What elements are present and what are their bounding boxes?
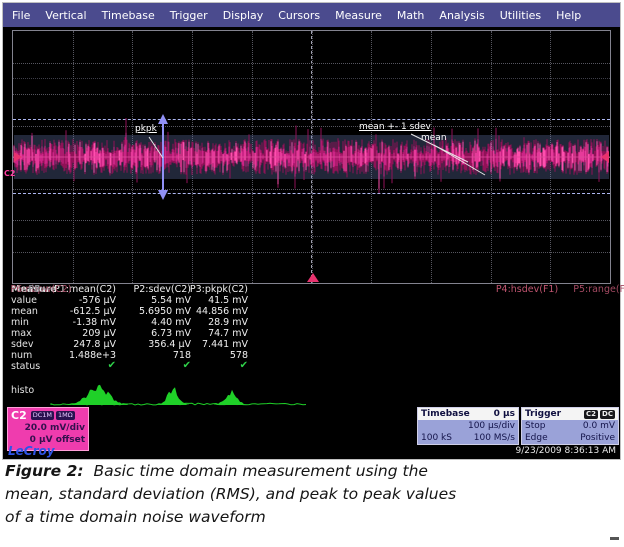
channel-zero-marker[interactable]: [14, 152, 22, 162]
trigger-title: Trigger: [525, 409, 561, 419]
histogram-icons: [43, 381, 313, 407]
measure-column-header[interactable]: P5:range(F1): [566, 284, 624, 295]
status-check-icon: ✔: [36, 360, 116, 371]
coupling-badge: DC1M: [31, 411, 54, 420]
timebase-samples: 100 kS: [421, 432, 452, 444]
trigger-coupling-badge: DC: [600, 410, 615, 419]
measure-cell: 28.9 mV: [168, 317, 248, 328]
lecroy-logo: LeCroy: [8, 444, 55, 458]
measure-cell: -576 µV: [36, 295, 116, 306]
menu-item-file[interactable]: File: [12, 9, 30, 22]
trigger-source-badge: C2: [584, 410, 598, 419]
menu-item-cursors[interactable]: Cursors: [278, 9, 320, 22]
timestamp: 9/23/2009 8:36:13 AM: [516, 446, 617, 456]
measure-cell: 41.5 mV: [168, 295, 248, 306]
measure-cell: -612.5 µV: [36, 306, 116, 317]
menu-item-analysis[interactable]: Analysis: [439, 9, 484, 22]
measure-cell: 74.7 mV: [168, 328, 248, 339]
measure-column-header[interactable]: P3:pkpk(C2): [168, 284, 248, 295]
timebase-rate: 100 MS/s: [474, 432, 515, 444]
trigger-box[interactable]: Trigger C2 DC Stop 0.0 mV Edge Positive: [521, 407, 619, 445]
timebase-box[interactable]: Timebase 0 µs 100 µs/div 100 kS 100 MS/s: [417, 407, 519, 445]
caption-line3: of a time domain noise waveform: [5, 506, 617, 529]
menu-bar: File Vertical Timebase Trigger Display Cursor…: [3, 3, 620, 27]
figure-label: Figure 2:: [5, 462, 84, 480]
measure-column-header[interactable]: P8:---: [3, 284, 79, 295]
channel-scale: 20.0 mV/div: [11, 422, 85, 434]
measure-cell: 209 µV: [36, 328, 116, 339]
measure-cell: -1.38 mV: [36, 317, 116, 328]
meansdev-annotation: mean +- 1 sdev: [359, 122, 431, 132]
menu-item-display[interactable]: Display: [223, 9, 264, 22]
trigger-level: 0.0 mV: [583, 420, 615, 432]
cursor-mark: [610, 537, 619, 540]
oscilloscope-screen: File Vertical Timebase Trigger Display Cursor…: [3, 3, 620, 459]
pkpk-arrow-down: [158, 190, 168, 200]
menu-item-trigger[interactable]: Trigger: [170, 9, 208, 22]
annotation-overlay: [13, 31, 610, 283]
menu-item-vertical[interactable]: Vertical: [45, 9, 86, 22]
pkpk-arrow-up: [158, 114, 168, 124]
pkpk-annotation: pkpk: [135, 124, 157, 134]
menu-item-timebase[interactable]: Timebase: [102, 9, 155, 22]
channel-edge-label: C2: [4, 169, 15, 178]
timebase-delay: 0 µs: [494, 409, 515, 419]
measure-cell: 247.8 µV: [36, 339, 116, 350]
pkpk-leader-line: [149, 137, 163, 158]
channel-name: C2: [11, 409, 27, 422]
status-check-icon: ✔: [168, 360, 248, 371]
waveform-grid: pkpk mean +- 1 sdev mean: [12, 30, 611, 284]
measure-column-header[interactable]: P4:hsdev(F1): [489, 284, 565, 295]
mean-annotation: mean: [421, 133, 447, 143]
timebase-title: Timebase: [421, 409, 470, 419]
timebase-scale: 100 µs/div: [468, 420, 515, 432]
trigger-slope: Positive: [580, 432, 615, 444]
trigger-type: Edge: [525, 432, 548, 444]
impedance-badge: 1MΩ: [56, 411, 75, 420]
menu-item-utilities[interactable]: Utilities: [500, 9, 541, 22]
mean-leader-line: [434, 145, 485, 175]
caption-line1: Basic time domain measurement using the: [93, 462, 428, 480]
measure-row-label: histo: [11, 385, 71, 396]
menu-item-help[interactable]: Help: [556, 9, 581, 22]
menu-item-measure[interactable]: Measure: [335, 9, 382, 22]
figure-caption: Figure 2: Basic time domain measurement …: [5, 460, 617, 529]
trigger-mode: Stop: [525, 420, 545, 432]
measure-cell: 44.856 mV: [168, 306, 248, 317]
measure-cell: 7.441 mV: [168, 339, 248, 350]
trigger-level-marker[interactable]: [601, 151, 609, 163]
menu-item-math[interactable]: Math: [397, 9, 425, 22]
measure-table: Measurevaluemeanminmaxsdevnumstatushisto…: [3, 281, 620, 411]
caption-line2: mean, standard deviation (RMS), and peak…: [5, 483, 617, 506]
